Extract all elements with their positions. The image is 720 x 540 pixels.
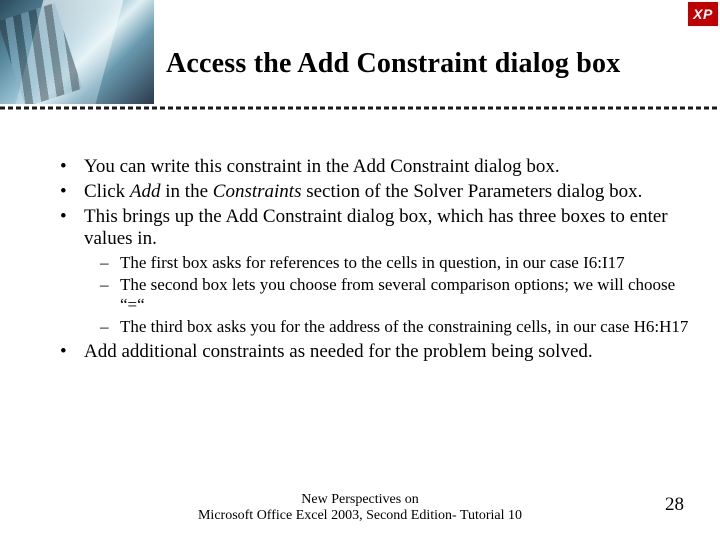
bullet-text: Add additional constraints as needed for… <box>84 341 593 362</box>
bullet-text: This brings up the Add Constraint dialog… <box>84 206 668 250</box>
bullet-text: You can write this constraint in the Add… <box>84 156 560 177</box>
bullet-text: Click <box>84 181 130 202</box>
bullet-text: section of the Solver Parameters dialog … <box>301 181 642 202</box>
sub-bullet-text: The first box asks for references to the… <box>120 253 625 272</box>
bullet-item: This brings up the Add Constraint dialog… <box>46 206 690 338</box>
bullet-text: in the <box>161 181 213 202</box>
slide-title: Access the Add Constraint dialog box <box>166 48 620 80</box>
xp-badge: XP <box>688 2 718 26</box>
sub-bullet-list: The first box asks for references to the… <box>84 253 690 337</box>
header-divider <box>0 104 720 128</box>
footer-line: New Perspectives on <box>0 492 720 508</box>
bullet-text-italic: Add <box>130 181 161 202</box>
bullet-text-italic: Constraints <box>213 181 302 202</box>
decorative-header-image <box>0 0 154 104</box>
sub-bullet-item: The third box asks you for the address o… <box>84 317 690 337</box>
sub-bullet-item: The first box asks for references to the… <box>84 253 690 273</box>
footer-line: Microsoft Office Excel 2003, Second Edit… <box>0 508 720 524</box>
sub-bullet-text: The third box asks you for the address o… <box>120 317 688 336</box>
slide-header: Access the Add Constraint dialog box XP <box>0 0 720 126</box>
bullet-item: Click Add in the Constraints section of … <box>46 181 690 204</box>
sub-bullet-item: The second box lets you choose from seve… <box>84 275 690 315</box>
bullet-list: You can write this constraint in the Add… <box>46 156 690 364</box>
bullet-item: You can write this constraint in the Add… <box>46 156 690 179</box>
slide-body: You can write this constraint in the Add… <box>0 126 720 364</box>
bullet-item: Add additional constraints as needed for… <box>46 341 690 364</box>
page-number: 28 <box>665 494 684 516</box>
slide-footer: New Perspectives on Microsoft Office Exc… <box>0 492 720 524</box>
sub-bullet-text: The second box lets you choose from seve… <box>120 275 675 314</box>
